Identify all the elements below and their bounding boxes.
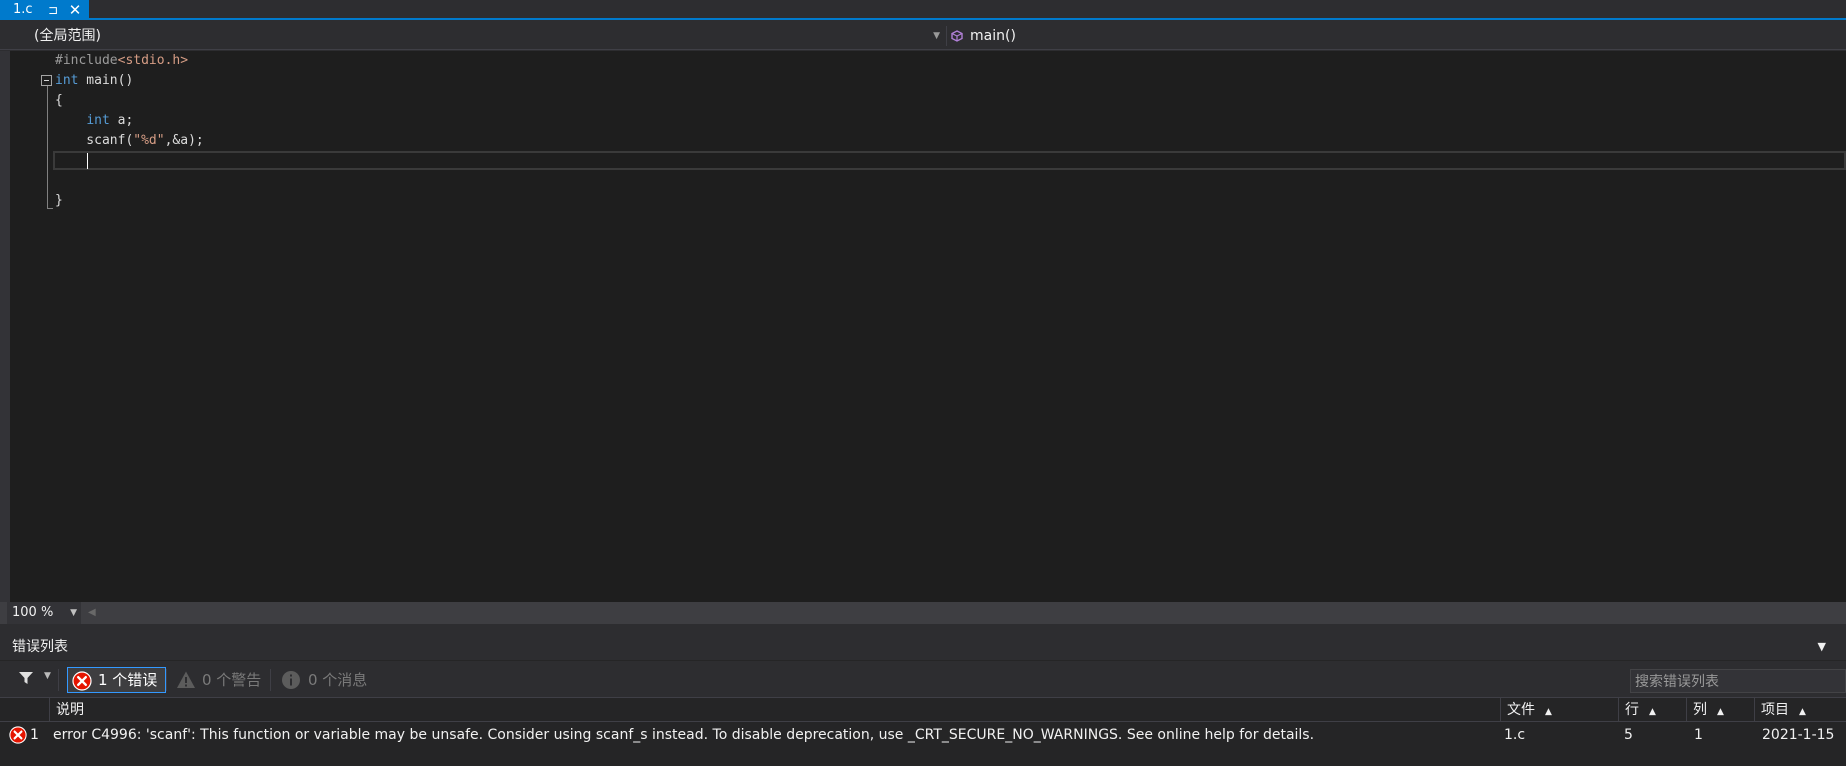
code-lines[interactable]: #include<stdio.h> int main(){ int a; scan… (55, 51, 204, 211)
zoom-value: 100 % (12, 605, 54, 620)
errors-count-label: 1 个错误 (98, 671, 158, 689)
table-row[interactable]: 1 error C4996: 'scanf': This function or… (0, 723, 1846, 747)
current-line-highlight (53, 151, 1846, 170)
info-icon (282, 671, 300, 689)
row-description: error C4996: 'scanf': This function or v… (53, 727, 1315, 743)
editor-margin (0, 51, 10, 602)
row-project: 2021-1-15 (1762, 727, 1835, 743)
code-line[interactable]: #include<stdio.h> (55, 51, 204, 71)
collapse-toggle-icon[interactable] (41, 75, 52, 86)
code-editor[interactable]: #include<stdio.h> int main(){ int a; scan… (0, 51, 1846, 602)
document-tab-strip: 1.c ⊐ ✕ (0, 0, 1846, 20)
chevron-down-icon: ▼ (933, 31, 940, 41)
code-token: main() (78, 73, 134, 88)
code-token: <stdio.h> (117, 53, 189, 68)
panel-title: 错误列表 (12, 639, 68, 655)
scope-label: (全局范围) (34, 28, 101, 44)
chevron-down-icon: ▼ (70, 608, 77, 618)
code-line[interactable]: { (55, 91, 204, 111)
code-line[interactable]: int a; (55, 111, 204, 131)
code-token: #include (55, 53, 118, 68)
warnings-count-label: 0 个警告 (202, 671, 262, 689)
divider (58, 669, 59, 691)
column-file[interactable]: 文件 ▲ (1500, 698, 1618, 722)
error-list-header: 说明 文件 ▲ 行 ▲ 列 ▲ 项目 ▲ (0, 697, 1846, 722)
code-token: int (86, 113, 110, 128)
sort-ascending-icon: ▲ (1649, 707, 1656, 717)
tab-label: 1.c (13, 2, 33, 17)
horizontal-scrollbar[interactable] (100, 610, 1840, 616)
code-line[interactable]: int main() (55, 71, 204, 91)
outline-guide (47, 85, 48, 209)
error-list-panel: 错误列表 ▼ ▼ 1 个错误 0 个警告 0 个消息 搜索错误列表 说明 文件 … (0, 634, 1846, 766)
column-description[interactable]: 说明 (49, 698, 1500, 722)
code-token: int (55, 73, 79, 88)
close-icon[interactable]: ✕ (66, 0, 84, 20)
zoom-dropdown[interactable]: 100 % ▼ (7, 602, 81, 624)
code-line[interactable]: scanf("%d",&a); (55, 131, 204, 151)
code-token: } (55, 193, 63, 208)
messages-count-label: 0 个消息 (308, 671, 368, 689)
warnings-filter-button[interactable]: 0 个警告 (172, 667, 261, 693)
outline-guide-end (47, 208, 53, 209)
chevron-down-icon[interactable]: ▼ (44, 671, 51, 681)
navigation-bar: (全局范围) ▼ main() (0, 22, 1846, 50)
code-line[interactable] (55, 151, 204, 171)
column-column[interactable]: 列 ▲ (1686, 698, 1754, 722)
errors-filter-button[interactable]: 1 个错误 (67, 667, 167, 693)
code-token: "%d" (133, 133, 165, 148)
sort-ascending-icon: ▲ (1545, 707, 1552, 717)
panel-menu-icon[interactable]: ▼ (1818, 634, 1826, 660)
code-token: a; (109, 113, 134, 128)
warning-icon (177, 671, 195, 688)
divider (946, 26, 947, 46)
tab-1c[interactable]: 1.c ⊐ ✕ (0, 0, 89, 20)
member-dropdown[interactable]: main() (948, 25, 1016, 47)
scope-dropdown[interactable]: (全局范围) ▼ (8, 25, 946, 47)
scroll-left-icon[interactable]: ◀ (88, 607, 96, 618)
search-error-list-input[interactable] (1630, 669, 1846, 693)
error-icon (72, 671, 92, 691)
filter-icon[interactable] (18, 670, 34, 686)
editor-status-bar: 100 % ▼ ◀ (0, 602, 1846, 624)
error-list-title-bar: 错误列表 ▼ (0, 634, 1846, 660)
code-line[interactable]: } (55, 191, 204, 211)
code-token: ,&a); (164, 133, 204, 148)
sort-ascending-icon: ▲ (1799, 707, 1806, 717)
row-line: 5 (1624, 727, 1633, 743)
member-label: main() (970, 28, 1016, 44)
row-index: 1 (30, 727, 39, 743)
code-token: { (55, 93, 63, 108)
error-list-toolbar: ▼ 1 个错误 0 个警告 0 个消息 (0, 661, 1846, 697)
pin-icon[interactable]: ⊐ (45, 0, 61, 20)
messages-filter-button[interactable]: 0 个消息 (278, 667, 367, 693)
row-column: 1 (1694, 727, 1703, 743)
divider (166, 669, 167, 691)
row-file: 1.c (1504, 727, 1526, 743)
divider (270, 669, 271, 691)
code-line[interactable] (55, 171, 204, 191)
code-token: scanf( (55, 133, 134, 148)
sort-ascending-icon: ▲ (1717, 707, 1724, 717)
method-cube-icon (951, 30, 963, 42)
column-project[interactable]: 项目 ▲ (1754, 698, 1846, 722)
column-line[interactable]: 行 ▲ (1618, 698, 1686, 722)
error-icon (9, 726, 27, 744)
